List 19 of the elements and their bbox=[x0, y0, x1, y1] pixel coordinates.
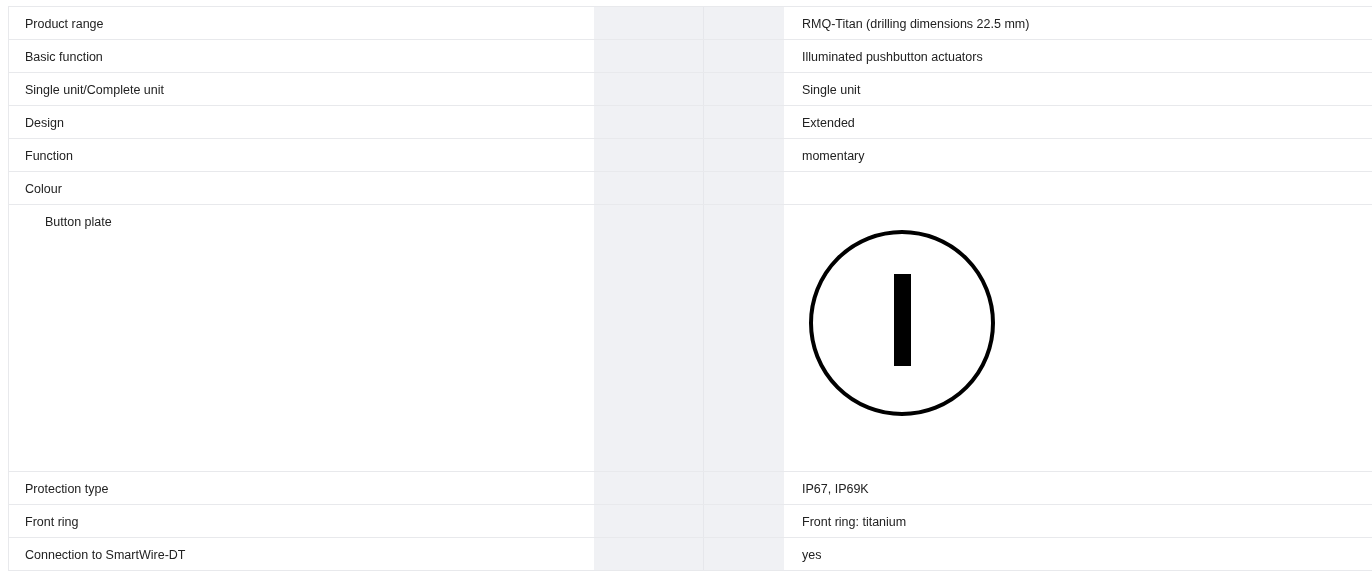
property-label: Design bbox=[25, 116, 64, 130]
property-value: Illuminated pushbutton actuators bbox=[802, 50, 983, 64]
property-value: IP67, IP69K bbox=[802, 482, 869, 496]
property-label: Function bbox=[25, 149, 73, 163]
property-label: Protection type bbox=[25, 482, 109, 496]
property-label: Colour bbox=[25, 182, 62, 196]
property-label: Product range bbox=[25, 17, 104, 31]
property-label: Basic function bbox=[25, 50, 103, 64]
property-label: Connection to SmartWire-DT bbox=[25, 548, 186, 562]
property-value: yes bbox=[802, 548, 822, 562]
power-on-symbol-icon bbox=[808, 229, 996, 417]
property-value: Extended bbox=[802, 116, 855, 130]
property-label: Front ring bbox=[25, 515, 79, 529]
property-value: RMQ-Titan (drilling dimensions 22.5 mm) bbox=[802, 17, 1030, 31]
property-label: Button plate bbox=[45, 215, 112, 229]
property-value: Single unit bbox=[802, 83, 861, 97]
property-value: Front ring: titanium bbox=[802, 515, 907, 529]
property-label: Single unit/Complete unit bbox=[25, 83, 164, 97]
property-value: momentary bbox=[802, 149, 865, 163]
